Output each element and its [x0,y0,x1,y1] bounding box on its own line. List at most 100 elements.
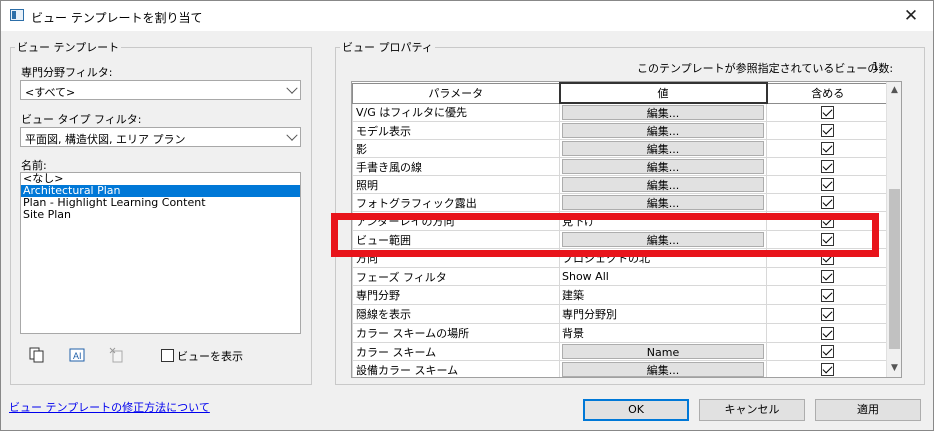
include-checkbox[interactable] [821,196,834,209]
table-row[interactable]: 隠線を表示 専門分野別 [352,304,889,324]
close-icon[interactable]: ✕ [893,3,929,29]
scroll-up-icon[interactable]: ▲ [887,82,901,99]
scroll-thumb[interactable] [889,189,900,349]
include-cell [766,323,889,343]
delete-icon[interactable] [109,347,125,363]
column-header-include[interactable]: 含める [766,82,889,104]
edit-value-button[interactable]: 編集... [562,177,764,192]
parameter-cell: カラー スキーム [352,342,560,361]
view-properties-group-title: ビュー プロパティ [342,41,433,54]
include-cell [766,285,889,305]
assign-view-template-dialog: ビュー テンプレートを割り当て ✕ ビュー テンプレート 専門分野フィルタ: <… [0,0,934,431]
help-link[interactable]: ビュー テンプレートの修正方法について [9,399,210,415]
edit-value-button[interactable]: 編集... [562,362,764,377]
include-checkbox[interactable] [821,345,834,358]
value-cell: 編集... [559,121,767,140]
include-cell [766,360,889,377]
value-cell: 編集... [559,102,767,122]
view-type-filter-label: ビュー タイプ フィルタ: [21,113,142,126]
table-row[interactable]: フェーズ フィルタ Show All [352,267,889,286]
parameter-cell: 手書き風の線 [352,157,560,176]
scroll-down-icon[interactable]: ▼ [887,360,901,377]
view-type-filter-value: 平面図, 構造伏図, エリア プラン [25,133,186,146]
include-checkbox[interactable] [821,288,834,302]
value-cell[interactable]: 背景 [559,323,767,343]
show-views-checkbox[interactable] [161,349,174,362]
discipline-filter-value: <すべて> [25,86,76,99]
value-cell[interactable]: 建築 [559,285,767,305]
table-row[interactable]: フォトグラフィック露出 編集... [352,193,889,212]
table-row[interactable]: 専門分野 建築 [352,285,889,305]
value-cell[interactable]: Show All [559,267,767,286]
template-name-list[interactable]: <なし> Architectural Plan Plan - Highlight L… [20,172,301,334]
include-cell [766,304,889,324]
include-cell [766,121,889,140]
discipline-filter-select[interactable]: <すべて> [20,80,301,100]
parameter-cell: モデル表示 [352,121,560,140]
table-scrollbar[interactable]: ▲ ▼ [886,82,901,377]
include-cell [766,157,889,176]
rename-icon[interactable]: AI [69,347,85,363]
include-checkbox[interactable] [821,307,834,321]
title-bar: ビュー テンプレートを割り当て ✕ [1,1,933,31]
app-icon [10,9,24,21]
names-label: 名前: [21,159,47,172]
template-list-item[interactable]: Site Plan [21,209,300,221]
table-row[interactable]: 影編集... [352,139,889,158]
referenced-count-label: このテンプレートが参照指定されているビューの数: [637,62,894,75]
duplicate-icon[interactable] [29,347,45,363]
value-cell[interactable]: 専門分野別 [559,304,767,324]
view-type-filter-select[interactable]: 平面図, 構造伏図, エリア プラン [20,127,301,147]
view-range-highlight-box [331,213,879,257]
value-cell: 編集... [559,157,767,176]
include-cell [766,102,889,122]
edit-value-button[interactable]: 編集... [562,195,764,210]
table-row[interactable]: カラー スキーム Name [352,342,889,361]
edit-value-button[interactable]: 編集... [562,141,764,156]
include-cell [766,342,889,361]
parameter-cell: V/G はフィルタに優先 [352,102,560,122]
referenced-count-value: 1 [872,60,879,73]
chevron-down-icon [286,82,298,94]
value-cell: 編集... [559,175,767,194]
ok-button[interactable]: OK [583,399,689,421]
table-row[interactable]: V/G はフィルタに優先 編集... [352,102,889,122]
edit-value-button[interactable]: 編集... [562,159,764,174]
include-checkbox[interactable] [821,124,834,137]
table-row[interactable]: モデル表示 編集... [352,121,889,140]
include-cell [766,267,889,286]
table-row[interactable]: 設備カラー スキーム 編集... [352,360,889,377]
include-cell [766,139,889,158]
table-row[interactable]: 手書き風の線 編集... [352,157,889,176]
value-cell: 編集... [559,360,767,377]
parameter-cell: フォトグラフィック露出 [352,193,560,212]
include-checkbox[interactable] [821,160,834,173]
chevron-down-icon [286,129,298,141]
include-checkbox[interactable] [821,105,834,119]
cancel-button[interactable]: キャンセル [699,399,805,421]
include-checkbox[interactable] [821,326,834,340]
include-cell [766,175,889,194]
edit-value-button[interactable]: 編集... [562,105,764,120]
parameter-cell: 設備カラー スキーム [352,360,560,377]
table-row[interactable]: 照明 編集... [352,175,889,194]
include-cell [766,193,889,212]
svg-text:AI: AI [73,351,82,361]
include-checkbox[interactable] [821,178,834,191]
parameter-cell: カラー スキームの場所 [352,323,560,343]
apply-button[interactable]: 適用 [815,399,921,421]
parameter-cell: 影 [352,139,560,158]
include-checkbox[interactable] [821,270,834,283]
parameter-cell: 隠線を表示 [352,304,560,324]
table-row[interactable]: カラー スキームの場所 背景 [352,323,889,343]
parameter-cell: 専門分野 [352,285,560,305]
discipline-filter-label: 専門分野フィルタ: [21,66,113,79]
edit-value-button[interactable]: Name [562,344,764,359]
edit-value-button[interactable]: 編集... [562,123,764,138]
include-checkbox[interactable] [821,142,834,155]
column-header-parameter[interactable]: パラメータ [352,82,560,104]
include-checkbox[interactable] [821,363,834,376]
column-header-value[interactable]: 値 [558,82,768,104]
parameter-cell: フェーズ フィルタ [352,267,560,286]
value-cell: Name [559,342,767,361]
